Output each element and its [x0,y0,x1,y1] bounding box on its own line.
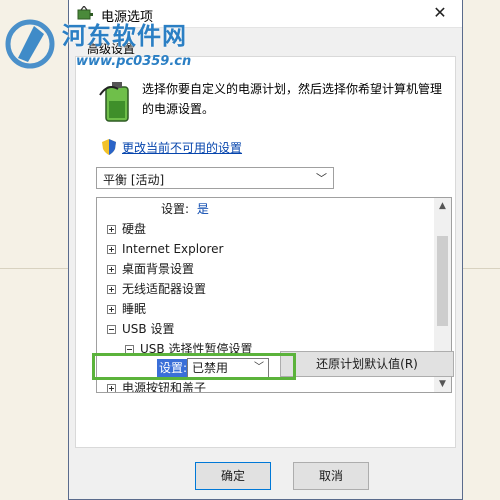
title-bar: 电源选项 ✕ [69,0,462,28]
expand-icon[interactable] [107,305,116,314]
chevron-down-icon: ﹀ [254,362,264,373]
tree-item-wireless-adapter[interactable]: 无线适配器设置 [107,279,206,299]
tree-item-label: 桌面背景设置 [122,262,195,276]
expand-icon[interactable] [107,285,116,294]
collapse-icon[interactable] [107,325,116,334]
uac-shield-icon [102,139,116,155]
power-options-dialog: 电源选项 ✕ 高级设置 选择你要自定义的电源计划，然后选择你希望计算机管理的电源… [68,0,463,500]
tree-item-label: 无线适配器设置 [122,282,207,296]
collapse-icon[interactable] [125,345,134,354]
window-title: 电源选项 [101,10,154,25]
description-text: 选择你要自定义的电源计划，然后选择你希望计算机管理的电源设置。 [142,82,443,116]
battery-icon [99,82,129,122]
usb-suspend-select[interactable]: 已禁用 ﹀ [187,358,269,378]
restore-defaults-button[interactable]: 还原计划默认值(R) [280,351,454,377]
tree-item-sleep[interactable]: 睡眠 [107,299,146,319]
tree-item-label: 电源按钮和盖子 [122,381,207,393]
top-setting-value[interactable]: 是 [197,202,209,216]
cancel-button[interactable]: 取消 [293,462,369,490]
tree-item-label: 硬盘 [122,222,147,236]
tree-item-label: Internet Explorer [122,242,224,256]
ok-button[interactable]: 确定 [195,462,271,490]
tree-item-label: USB 选择性暂停设置 [140,342,253,356]
tree-item-usb-selective-suspend[interactable]: USB 选择性暂停设置 [125,339,252,359]
usb-setting-label: 设置: [157,359,190,377]
power-plan-select[interactable]: 平衡 [活动] ﹀ [96,167,334,189]
expand-icon[interactable] [107,245,116,254]
scroll-thumb[interactable] [437,236,448,326]
tree-item-desktop-background[interactable]: 桌面背景设置 [107,259,194,279]
tree-item-hard-disk[interactable]: 硬盘 [107,219,146,239]
expand-icon[interactable] [107,265,116,274]
close-button[interactable]: ✕ [418,0,462,28]
power-options-icon [77,6,93,20]
usb-suspend-value: 已禁用 [192,361,229,375]
expand-icon[interactable] [107,225,116,234]
expand-icon[interactable] [107,384,116,392]
chevron-down-icon: ﹀ [316,172,327,185]
watermark-logo-icon [5,19,55,69]
scroll-up-icon[interactable]: ▲ [434,198,451,214]
change-unavailable-settings-link[interactable]: 更改当前不可用的设置 [122,139,242,156]
tree-item-label: 睡眠 [122,302,147,316]
tree-top-setting[interactable]: 设置: 是 [161,199,209,219]
power-plan-value: 平衡 [活动] [103,173,165,187]
top-setting-label: 设置: [161,202,190,216]
tree-item-usb-settings[interactable]: USB 设置 [107,319,174,339]
tree-item-power-buttons-lid[interactable]: 电源按钮和盖子 [107,378,207,393]
settings-panel: 选择你要自定义的电源计划，然后选择你希望计算机管理的电源设置。 更改当前不可用的… [75,56,456,448]
tree-item-internet-explorer[interactable]: Internet Explorer [107,239,223,259]
tree-item-label: USB 设置 [122,322,175,336]
scroll-down-icon[interactable]: ▼ [434,376,451,392]
